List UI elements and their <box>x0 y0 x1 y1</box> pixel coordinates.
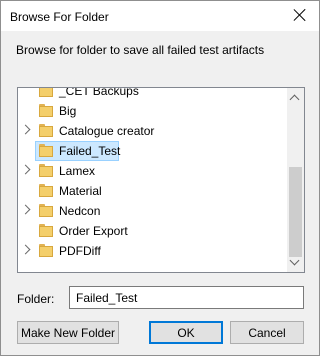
tree-item[interactable]: Catalogue creator <box>18 121 287 141</box>
folder-field-label: Folder: <box>17 292 55 306</box>
dialog-title: Browse For Folder <box>10 10 109 24</box>
tree-item-selected[interactable]: Failed_Test <box>18 141 287 161</box>
folder-tree[interactable]: _CET Backups Big Catalogue creator Faile… <box>17 87 305 273</box>
tree-item-label: Nedcon <box>59 204 101 218</box>
folder-icon <box>39 144 53 157</box>
tree-item-label: Order Export <box>59 224 128 238</box>
folder-icon <box>39 88 53 97</box>
tree-item[interactable]: PDFDiff <box>18 241 287 261</box>
chevron-right-icon[interactable] <box>20 204 31 215</box>
folder-icon <box>39 224 53 237</box>
scroll-thumb[interactable] <box>289 167 302 257</box>
folder-icon <box>39 124 53 137</box>
folder-icon <box>39 244 53 257</box>
tree-item-label: Big <box>59 104 77 118</box>
browse-folder-dialog: Browse For Folder Browse for folder to s… <box>0 0 320 356</box>
tree-item[interactable]: Material <box>18 181 287 201</box>
dialog-description: Browse for folder to save all failed tes… <box>16 43 265 57</box>
tree-item[interactable]: Nedcon <box>18 201 287 221</box>
tree-item-label: Failed_Test <box>59 144 121 158</box>
title-bar: Browse For Folder <box>1 1 319 31</box>
scroll-down-icon[interactable] <box>289 255 300 266</box>
folder-name-input[interactable] <box>69 286 304 309</box>
chevron-right-icon[interactable] <box>20 124 31 135</box>
folder-icon <box>39 184 53 197</box>
folder-icon <box>39 104 53 117</box>
scroll-up-icon[interactable] <box>289 94 300 105</box>
tree-item[interactable]: Big <box>18 101 287 121</box>
tree-item-label: PDFDiff <box>59 244 101 258</box>
chevron-right-icon[interactable] <box>20 164 31 175</box>
tree-item-label: Catalogue creator <box>59 124 155 138</box>
tree-item-label: _CET Backups <box>59 87 139 98</box>
folder-icon <box>39 164 53 177</box>
ok-button[interactable]: OK <box>149 321 223 344</box>
tree-item-label: Material <box>59 184 102 198</box>
chevron-right-icon[interactable] <box>20 244 31 255</box>
tree-item-label: Lamex <box>59 164 96 178</box>
cancel-button[interactable]: Cancel <box>230 321 304 344</box>
tree-item[interactable]: Lamex <box>18 161 287 181</box>
make-new-folder-button[interactable]: Make New Folder <box>17 321 119 344</box>
close-icon[interactable] <box>292 7 308 23</box>
tree-item[interactable]: Order Export <box>18 221 287 241</box>
folder-icon <box>39 204 53 217</box>
vertical-scrollbar[interactable] <box>287 88 304 272</box>
tree-item[interactable]: _CET Backups <box>18 87 287 101</box>
